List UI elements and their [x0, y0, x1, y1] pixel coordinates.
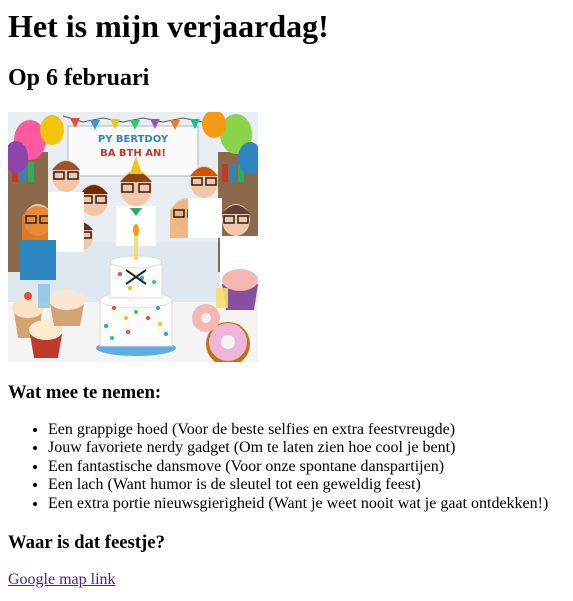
- party-date: Op 6 februari: [8, 65, 150, 91]
- banner-text-1: PY BERTDOY: [98, 134, 169, 145]
- bring-list: Een grappige hoed (Voor de beste selfies…: [8, 421, 548, 513]
- google-map-link[interactable]: Google map link: [8, 570, 116, 590]
- list-item: Een grappige hoed (Voor de beste selfies…: [48, 421, 548, 439]
- location-heading: Waar is dat feestje?: [8, 532, 165, 553]
- party-illustration: PY BERTDOY BA BTH AN!: [8, 112, 258, 362]
- birthday-party-image: PY BERTDOY BA BTH AN!: [8, 112, 258, 362]
- page-title: Het is mijn verjaardag!: [8, 8, 329, 44]
- list-item: Een extra portie nieuwsgierigheid (Want …: [48, 495, 548, 513]
- list-item: Een lach (Want humor is de sleutel tot e…: [48, 476, 548, 494]
- list-item: Een fantastische dansmove (Voor onze spo…: [48, 458, 548, 476]
- banner-text-2: BA BTH AN!: [100, 148, 166, 159]
- list-item: Jouw favoriete nerdy gadget (Om te laten…: [48, 439, 548, 457]
- bring-heading: Wat mee te nemen:: [8, 382, 162, 403]
